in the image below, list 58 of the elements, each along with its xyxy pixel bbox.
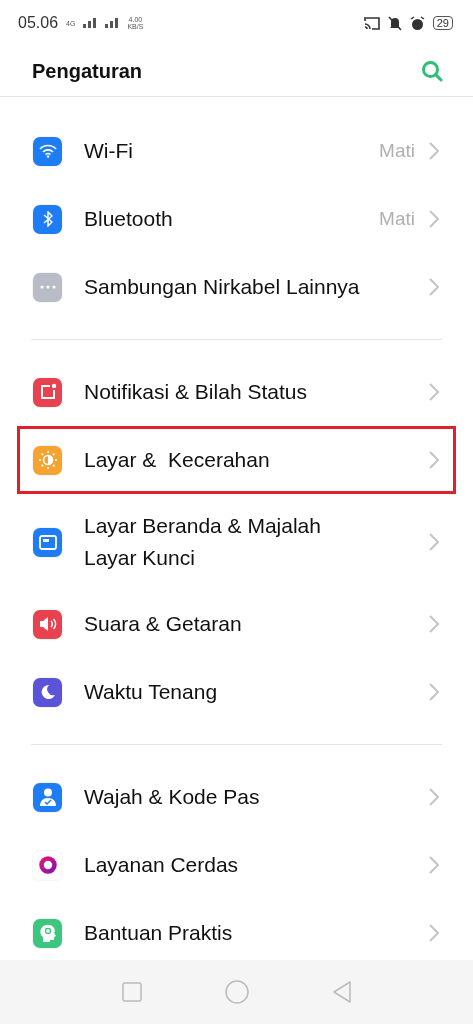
settings-item[interactable]: Bluetooth Mati bbox=[17, 185, 456, 253]
page-title: Pengaturan bbox=[32, 59, 143, 83]
moon-icon bbox=[39, 684, 56, 700]
battery-level: 29 bbox=[432, 16, 453, 30]
signal-icon bbox=[105, 18, 120, 28]
recents-button[interactable] bbox=[121, 982, 142, 1002]
chevron-icon bbox=[429, 451, 439, 469]
chevron-icon bbox=[429, 210, 439, 228]
chevron-icon bbox=[429, 924, 439, 942]
chevron-icon bbox=[429, 788, 439, 806]
person-icon bbox=[38, 787, 57, 807]
home-button[interactable] bbox=[224, 980, 249, 1004]
wifi-icon bbox=[38, 144, 57, 158]
dots-icon bbox=[39, 285, 56, 289]
item-label: Layar & Kecerahan bbox=[84, 447, 270, 473]
item-label: Notifikasi & Bilah Status bbox=[84, 379, 307, 405]
chevron-icon bbox=[429, 856, 439, 874]
chevron-icon bbox=[429, 683, 439, 701]
search-icon[interactable] bbox=[421, 60, 443, 82]
chevron-icon bbox=[429, 615, 439, 633]
picture-frame-icon bbox=[38, 534, 57, 550]
item-label: Bluetooth bbox=[84, 206, 173, 232]
bluetooth-icon bbox=[42, 211, 53, 227]
item-label: Layar Beranda & Majalah Layar Kunci bbox=[84, 513, 322, 571]
chevron-icon bbox=[429, 142, 439, 160]
signal-icon bbox=[83, 18, 98, 28]
settings-item[interactable]: Layar Beranda & Majalah Layar Kunci bbox=[17, 494, 456, 590]
settings-item[interactable]: Waktu Tenang bbox=[17, 658, 456, 726]
item-label: Suara & Getaran bbox=[84, 611, 242, 637]
chevron-icon bbox=[429, 533, 439, 551]
settings-item[interactable]: Wajah & Kode Pas bbox=[17, 763, 456, 831]
settings-item[interactable]: Notifikasi & Bilah Status bbox=[17, 358, 456, 426]
settings-item[interactable]: Bantuan Praktis bbox=[17, 899, 456, 960]
item-label: Bantuan Praktis bbox=[84, 920, 233, 946]
settings-item[interactable]: Layar & Kecerahan bbox=[17, 426, 456, 494]
settings-item[interactable]: Wi-Fi Mati bbox=[17, 117, 456, 185]
settings-item[interactable]: Sambungan Nirkabel Lainnya bbox=[17, 253, 456, 321]
clock-time: 05.06 bbox=[18, 14, 59, 32]
settings-item[interactable]: Layanan Cerdas bbox=[17, 831, 456, 899]
head-icon bbox=[38, 923, 57, 943]
cast-icon bbox=[363, 16, 380, 30]
settings-item[interactable]: Suara & Getaran bbox=[17, 590, 456, 658]
speaker-icon bbox=[37, 616, 58, 632]
notification-icon bbox=[38, 383, 57, 401]
ring-icon bbox=[38, 856, 57, 874]
chevron-icon bbox=[429, 278, 439, 296]
item-label: Wajah & Kode Pas bbox=[84, 784, 260, 810]
item-label: Layanan Cerdas bbox=[84, 852, 239, 878]
item-label: Waktu Tenang bbox=[84, 679, 218, 705]
brightness-icon bbox=[37, 450, 58, 470]
alarm-icon bbox=[409, 15, 425, 31]
item-value: Mati bbox=[379, 140, 415, 162]
item-label: Wi-Fi bbox=[84, 138, 133, 164]
item-label: Sambungan Nirkabel Lainnya bbox=[84, 274, 360, 300]
bell-off-icon bbox=[387, 15, 402, 31]
back-button[interactable] bbox=[331, 981, 352, 1003]
chevron-icon bbox=[429, 383, 439, 401]
item-value: Mati bbox=[379, 208, 415, 230]
